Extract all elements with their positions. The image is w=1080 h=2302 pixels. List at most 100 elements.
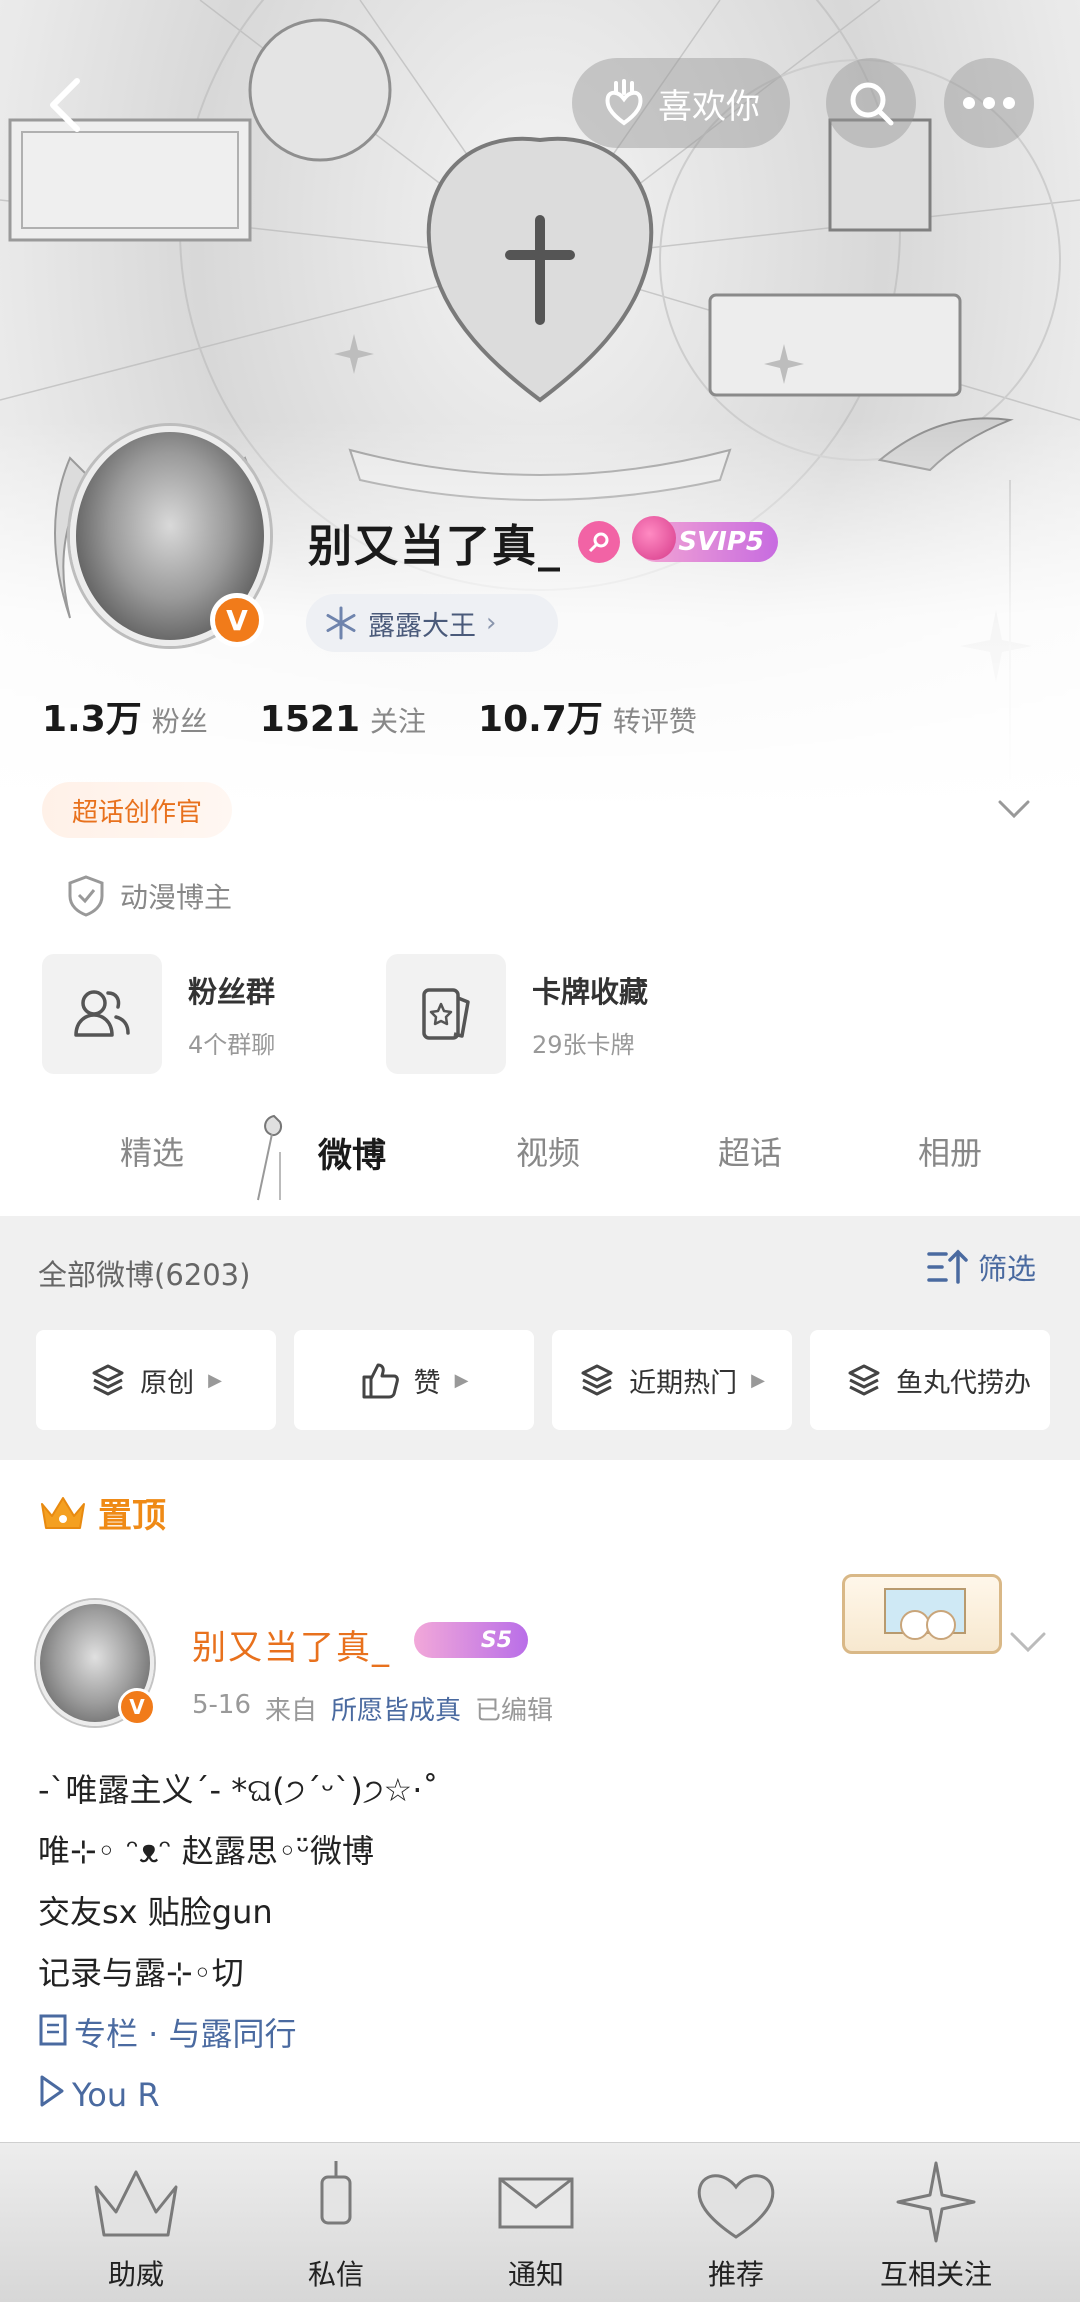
nav-mutual-follow[interactable]: 互相关注 [836, 2143, 1036, 2302]
stat-value: 1.3万 [42, 699, 142, 740]
post-source-link[interactable]: 所愿皆成真 [331, 1690, 461, 1727]
tab-featured[interactable]: 精选 [120, 1128, 184, 1174]
nav-label: 推荐 [707, 2258, 764, 2291]
fan-group-tag[interactable]: 露露大王 › [306, 594, 558, 652]
lantern-icon [320, 2161, 352, 2225]
nav-label: 通知 [507, 2258, 564, 2291]
post-from-label: 来自 [265, 1696, 318, 1726]
more-button[interactable] [944, 58, 1034, 148]
tab-video[interactable]: 视频 [516, 1128, 580, 1174]
chip-label: 赞 [413, 1367, 441, 1399]
tab-album[interactable]: 相册 [918, 1128, 982, 1174]
svip-badge[interactable]: SVIP5 [632, 516, 778, 562]
top-bar: 喜欢你 [0, 58, 1080, 148]
search-icon [850, 82, 894, 126]
fans-group-icon [42, 954, 162, 1074]
stat-followers[interactable]: 1.3万 粉丝 [42, 690, 208, 742]
profile-stats: 1.3万 粉丝 1521 关注 10.7万 转评赞 [42, 690, 749, 742]
profile-cards: 粉丝群 4个群聊 卡牌收藏 29张卡牌 [42, 954, 1042, 1074]
thumbs-up-icon [362, 1363, 399, 1399]
chip-fishball[interactable]: 鱼丸代捞办 [810, 1330, 1050, 1430]
search-button[interactable] [826, 58, 916, 148]
verification-row[interactable]: 动漫博主 [66, 874, 232, 918]
card-collection-card[interactable]: 卡牌收藏 29张卡牌 [386, 954, 648, 1074]
pinned-label: 置顶 [38, 1488, 166, 1537]
all-posts-count: 全部微博(6203) [38, 1258, 251, 1292]
tab-weibo[interactable]: 微博 [318, 1128, 386, 1177]
nav-notifications[interactable]: 通知 [436, 2143, 636, 2302]
nav-cheer[interactable]: 助威 [36, 2143, 236, 2302]
chip-trending[interactable]: 近期热门 ▶ [552, 1330, 792, 1430]
level-badge[interactable]: S5 [414, 1622, 528, 1658]
shield-check-icon [68, 875, 104, 917]
music-link-label: You R [72, 2076, 160, 2114]
fan-group-label: 露露大王 [368, 610, 476, 642]
document-icon [38, 2006, 68, 2067]
chip-label: 鱼丸代捞办 [896, 1367, 1031, 1399]
heart-icon [697, 2174, 775, 2239]
card-subtitle: 29张卡牌 [532, 1030, 635, 1059]
post-line: 记录与露⊹◦切 [38, 1954, 244, 1992]
hand-heart-icon [605, 79, 643, 126]
post-filter-area: 全部微博(6203) 筛选 原创 ▶ 赞 ▶ 近期热门 ▶ 鱼丸代捞办 [0, 1216, 1080, 1460]
nav-label: 助威 [107, 2258, 164, 2291]
fans-group-card[interactable]: 粉丝群 4个群聊 [42, 954, 275, 1074]
bottom-action-bar: 助威 私信 通知 推荐 互相关注 [0, 2142, 1080, 2302]
stat-following[interactable]: 1521 关注 [260, 699, 426, 740]
filter-label: 筛选 [978, 1252, 1037, 1286]
layers-icon [581, 1364, 613, 1396]
play-icon [38, 2067, 66, 2128]
layers-icon [848, 1364, 880, 1396]
post-author-name[interactable]: 别又当了真_ [192, 1620, 391, 1669]
like-button[interactable]: 喜欢你 [572, 58, 790, 148]
post-body[interactable]: -`唯露主义´- *ଘ(੭ˊᵕˋ)੭☆·˚ 唯⊹◦ ᵔᴥᵔ 赵露思◦ᵕ̈微博 交… [38, 1760, 1038, 2126]
chevron-right-icon: › [486, 608, 497, 638]
svip-label: SVIP5 [678, 527, 764, 557]
chip-arrow-icon: ▶ [751, 1369, 765, 1391]
filter-button[interactable]: 筛选 [926, 1246, 1036, 1288]
nav-label: 互相关注 [879, 2258, 992, 2291]
post-edited-label: 已编辑 [475, 1696, 554, 1726]
rose-decoration-icon [257, 1114, 282, 1201]
verified-badge-icon: V [118, 1688, 156, 1726]
back-button[interactable] [30, 70, 100, 140]
snowflake-icon [326, 606, 356, 640]
nav-label: 私信 [307, 2258, 364, 2291]
like-label: 喜欢你 [658, 86, 760, 127]
chip-label: 原创 [140, 1367, 195, 1399]
chevron-down-icon[interactable] [994, 790, 1034, 830]
chip-label: 近期热门 [629, 1367, 738, 1399]
card-collection-icon [386, 954, 506, 1074]
post-meta: 5-16 来自 所愿皆成真 已编辑 [192, 1690, 553, 1727]
column-link[interactable]: 专栏 · 与露同行 [38, 2004, 1038, 2065]
verification-label: 动漫博主 [120, 881, 233, 914]
creator-tag[interactable]: 超话创作官 [42, 782, 233, 838]
chip-likes[interactable]: 赞 ▶ [294, 1330, 534, 1430]
profile-avatar-frame[interactable]: V [40, 418, 275, 653]
nav-recommend[interactable]: 推荐 [636, 2143, 836, 2302]
post-sticker-image [842, 1574, 1002, 1654]
post-date: 5-16 [192, 1690, 252, 1720]
stat-value: 10.7万 [478, 699, 603, 740]
card-title: 粉丝群 [188, 974, 276, 1009]
post-line: -`唯露主义´- *ଘ(੭ˊᵕˋ)੭☆·˚ [38, 1771, 439, 1809]
chevron-down-icon[interactable] [1006, 1626, 1050, 1656]
star-icon [896, 2161, 976, 2243]
post-line: 交友sx 贴脸gun [38, 1893, 273, 1931]
envelope-icon [498, 2177, 574, 2229]
layers-icon [92, 1364, 124, 1396]
nav-messages[interactable]: 私信 [236, 2143, 436, 2302]
stat-label: 粉丝 [151, 705, 208, 738]
filter-sort-icon [927, 1249, 968, 1284]
profile-tabs: 精选 微博 视频 超话 相册 [0, 1108, 1080, 1204]
back-arrow-icon [50, 78, 80, 132]
more-dots-icon [963, 97, 1015, 109]
verified-badge-icon: V [210, 593, 264, 647]
tab-supertopic[interactable]: 超话 [718, 1128, 782, 1174]
chip-original[interactable]: 原创 ▶ [36, 1330, 276, 1430]
female-gender-icon [578, 521, 620, 563]
stat-interactions[interactable]: 10.7万 转评赞 [478, 690, 697, 742]
music-link[interactable]: You R [38, 2065, 1038, 2126]
card-title: 卡牌收藏 [532, 974, 649, 1009]
chip-arrow-icon: ▶ [208, 1369, 222, 1391]
